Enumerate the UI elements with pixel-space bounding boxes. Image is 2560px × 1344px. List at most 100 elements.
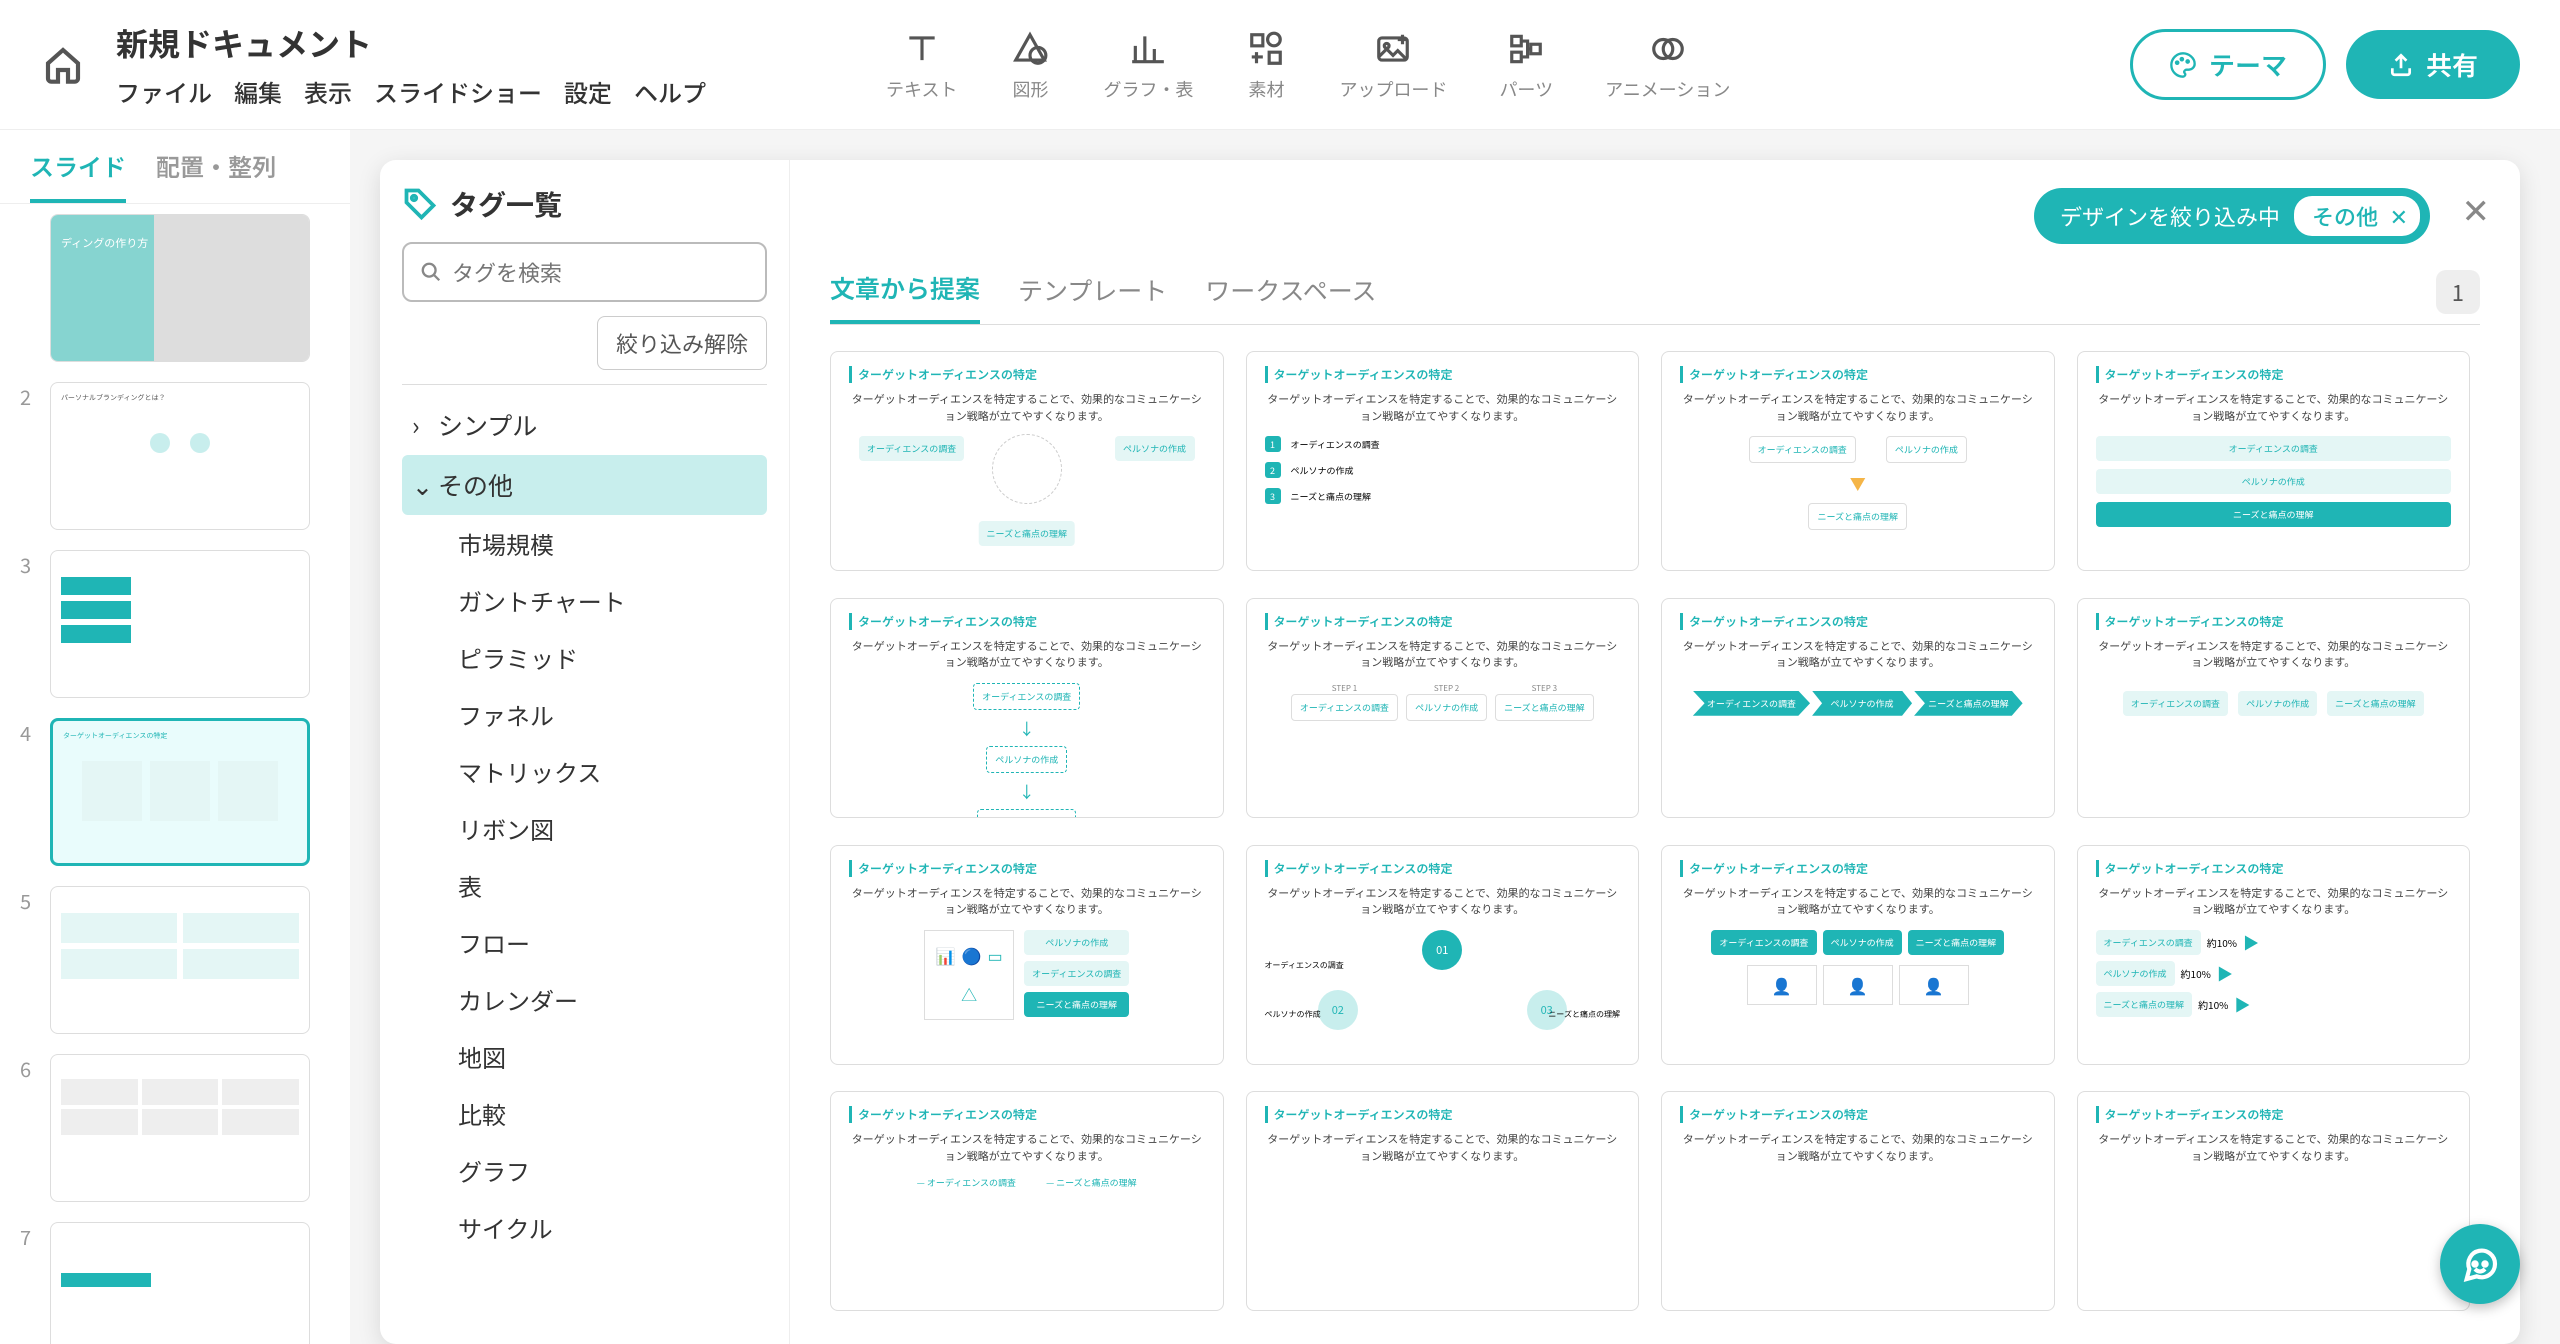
filter-row: デザインを絞り込み中 その他 ✕ bbox=[830, 188, 2480, 244]
menu-file[interactable]: ファイル bbox=[116, 74, 212, 109]
menu-slideshow[interactable]: スライドショー bbox=[374, 74, 542, 109]
filter-chip: デザインを絞り込み中 その他 ✕ bbox=[2034, 188, 2430, 244]
tag-sub-market[interactable]: 市場規模 bbox=[402, 515, 767, 572]
tool-animation[interactable]: アニメーション bbox=[1605, 28, 1730, 102]
template-overlay: タグ一覧 絞り込み解除 ›シンプル ⌄その他 市場規模 ガントチャート ピラミッ… bbox=[380, 160, 2520, 1344]
clear-filter-button[interactable]: 絞り込み解除 bbox=[597, 316, 767, 370]
document-title[interactable]: 新規ドキュメント bbox=[116, 20, 706, 66]
tag-sub-table[interactable]: 表 bbox=[402, 857, 767, 914]
tag-sub-funnel[interactable]: ファネル bbox=[402, 686, 767, 743]
template-card[interactable]: ターゲットオーディエンスの特定 ターゲットオーディエンスを特定することで、効果的… bbox=[2077, 1091, 2471, 1311]
template-card[interactable]: ターゲットオーディエンスの特定 ターゲットオーディエンスを特定することで、効果的… bbox=[2077, 845, 2471, 1065]
tag-sub-pyramid[interactable]: ピラミッド bbox=[402, 629, 767, 686]
template-grid[interactable]: ターゲットオーディエンスの特定 ターゲットオーディエンスを特定することで、効果的… bbox=[830, 351, 2480, 1316]
tab-template[interactable]: テンプレート bbox=[1018, 272, 1167, 322]
template-tabs: 文章から提案 テンプレート ワークスペース 1 bbox=[830, 270, 2480, 325]
tag-sub-compare[interactable]: 比較 bbox=[402, 1085, 767, 1142]
menu-bar: ファイル 編集 表示 スライドショー 設定 ヘルプ bbox=[116, 74, 706, 109]
tag-sub-gantt[interactable]: ガントチャート bbox=[402, 572, 767, 629]
share-icon bbox=[2388, 52, 2414, 78]
template-card[interactable]: ターゲットオーディエンスの特定 ターゲットオーディエンスを特定することで、効果的… bbox=[830, 845, 1224, 1065]
page-indicator: 1 bbox=[2436, 270, 2480, 314]
tool-chart[interactable]: グラフ・表 bbox=[1103, 28, 1193, 102]
tag-search-input[interactable] bbox=[452, 256, 749, 288]
content-area: タグ一覧 絞り込み解除 ›シンプル ⌄その他 市場規模 ガントチャート ピラミッ… bbox=[350, 130, 2560, 1344]
search-icon bbox=[420, 261, 442, 283]
template-card[interactable]: ターゲットオーディエンスの特定 ターゲットオーディエンスを特定することで、効果的… bbox=[1246, 1091, 1640, 1311]
template-card[interactable]: ターゲットオーディエンスの特定 ターゲットオーディエンスを特定することで、効果的… bbox=[2077, 598, 2471, 818]
share-button[interactable]: 共有 bbox=[2346, 30, 2520, 99]
header-right: テーマ 共有 bbox=[2130, 29, 2520, 100]
slide-list[interactable]: ディングの作り方 2 パーソナルブランディングとは？ 3 4 ターゲットオーディ… bbox=[0, 204, 350, 1344]
toolbar: テキスト 図形 グラフ・表 素材 アップロード パーツ アニメーション bbox=[886, 28, 1730, 102]
home-icon bbox=[43, 45, 83, 85]
title-area: 新規ドキュメント ファイル 編集 表示 スライドショー 設定 ヘルプ bbox=[116, 20, 706, 109]
slide-thumb-2[interactable]: 2 パーソナルブランディングとは？ bbox=[20, 382, 330, 530]
tab-suggest[interactable]: 文章から提案 bbox=[830, 270, 980, 324]
template-card[interactable]: ターゲットオーディエンスの特定 ターゲットオーディエンスを特定することで、効果的… bbox=[1661, 845, 2055, 1065]
template-card[interactable]: ターゲットオーディエンスの特定 ターゲットオーディエンスを特定することで、効果的… bbox=[830, 1091, 1224, 1311]
template-card[interactable]: ターゲットオーディエンスの特定 ターゲットオーディエンスを特定することで、効果的… bbox=[1246, 351, 1640, 571]
slide-thumb-7[interactable]: 7 bbox=[20, 1222, 330, 1344]
tag-sub-map[interactable]: 地図 bbox=[402, 1028, 767, 1085]
template-card[interactable]: ターゲットオーディエンスの特定 ターゲットオーディエンスを特定することで、効果的… bbox=[2077, 351, 2471, 571]
template-card[interactable]: ターゲットオーディエンスの特定 ターゲットオーディエンスを特定することで、効果的… bbox=[1661, 1091, 2055, 1311]
tab-slide[interactable]: スライド bbox=[30, 148, 126, 203]
template-card[interactable]: ターゲットオーディエンスの特定 ターゲットオーディエンスを特定することで、効果的… bbox=[1246, 598, 1640, 818]
menu-edit[interactable]: 編集 bbox=[234, 74, 282, 109]
tool-text[interactable]: テキスト bbox=[886, 28, 957, 102]
slide-thumb-3[interactable]: 3 bbox=[20, 550, 330, 698]
divider bbox=[402, 384, 767, 385]
template-card[interactable]: ターゲットオーディエンスの特定 ターゲットオーディエンスを特定することで、効果的… bbox=[1246, 845, 1640, 1065]
tool-assets[interactable]: 素材 bbox=[1245, 28, 1287, 102]
tag-cat-other[interactable]: ⌄その他 bbox=[402, 455, 767, 515]
panel-tabs: スライド 配置・整列 bbox=[0, 130, 350, 204]
tag-cat-simple[interactable]: ›シンプル bbox=[402, 395, 767, 455]
tag-header: タグ一覧 bbox=[402, 184, 767, 224]
template-card[interactable]: ターゲットオーディエンスの特定 ターゲットオーディエンスを特定することで、効果的… bbox=[830, 351, 1224, 571]
upload-icon bbox=[1374, 30, 1412, 68]
menu-settings[interactable]: 設定 bbox=[564, 74, 612, 109]
tag-sidebar: タグ一覧 絞り込み解除 ›シンプル ⌄その他 市場規模 ガントチャート ピラミッ… bbox=[380, 160, 790, 1344]
tag-search[interactable] bbox=[402, 242, 767, 302]
tool-upload[interactable]: アップロード bbox=[1339, 28, 1447, 102]
parts-icon bbox=[1507, 30, 1545, 68]
app-header: 新規ドキュメント ファイル 編集 表示 スライドショー 設定 ヘルプ テキスト … bbox=[0, 0, 2560, 130]
slide-thumb-4[interactable]: 4 ターゲットオーディエンスの特定 bbox=[20, 718, 330, 866]
animation-icon bbox=[1649, 30, 1687, 68]
tag-sub-flow[interactable]: フロー bbox=[402, 914, 767, 971]
chevron-right-icon: › bbox=[412, 407, 430, 443]
tool-shape[interactable]: 図形 bbox=[1009, 28, 1051, 102]
slide-panel: スライド 配置・整列 ディングの作り方 2 パーソナルブランディングとは？ 3 … bbox=[0, 130, 350, 1344]
theme-button[interactable]: テーマ bbox=[2130, 29, 2326, 100]
chat-icon bbox=[2460, 1244, 2500, 1284]
tag-sub-ribbon[interactable]: リボン図 bbox=[402, 800, 767, 857]
chat-bubble-button[interactable] bbox=[2440, 1224, 2520, 1304]
filter-tag[interactable]: その他 ✕ bbox=[2294, 196, 2420, 236]
template-card[interactable]: ターゲットオーディエンスの特定 ターゲットオーディエンスを特定することで、効果的… bbox=[830, 598, 1224, 818]
tool-parts[interactable]: パーツ bbox=[1499, 28, 1553, 102]
palette-icon bbox=[2169, 51, 2197, 79]
menu-view[interactable]: 表示 bbox=[304, 74, 352, 109]
menu-help[interactable]: ヘルプ bbox=[634, 74, 706, 109]
tab-arrange[interactable]: 配置・整列 bbox=[156, 148, 276, 203]
chevron-down-icon: ⌄ bbox=[412, 467, 430, 503]
shape-icon bbox=[1011, 30, 1049, 68]
slide-thumb-6[interactable]: 6 bbox=[20, 1054, 330, 1202]
close-button[interactable]: ✕ bbox=[2462, 184, 2491, 233]
template-card[interactable]: ターゲットオーディエンスの特定 ターゲットオーディエンスを特定することで、効果的… bbox=[1661, 351, 2055, 571]
slide-thumb-1[interactable]: ディングの作り方 bbox=[20, 214, 330, 362]
main: スライド 配置・整列 ディングの作り方 2 パーソナルブランディングとは？ 3 … bbox=[0, 130, 2560, 1344]
tag-sub-cycle[interactable]: サイクル bbox=[402, 1199, 767, 1256]
text-icon bbox=[903, 30, 941, 68]
slide-thumb-5[interactable]: 5 bbox=[20, 886, 330, 1034]
template-card[interactable]: ターゲットオーディエンスの特定 ターゲットオーディエンスを特定することで、効果的… bbox=[1661, 598, 2055, 818]
tag-sub-calendar[interactable]: カレンダー bbox=[402, 971, 767, 1028]
tab-workspace[interactable]: ワークスペース bbox=[1205, 272, 1376, 322]
home-button[interactable] bbox=[40, 42, 86, 88]
assets-icon bbox=[1247, 30, 1285, 68]
tag-sub-graph[interactable]: グラフ bbox=[402, 1142, 767, 1199]
tag-list[interactable]: ›シンプル ⌄その他 市場規模 ガントチャート ピラミッド ファネル マトリック… bbox=[402, 395, 767, 1320]
remove-filter-icon[interactable]: ✕ bbox=[2390, 200, 2408, 232]
tag-sub-matrix[interactable]: マトリックス bbox=[402, 743, 767, 800]
